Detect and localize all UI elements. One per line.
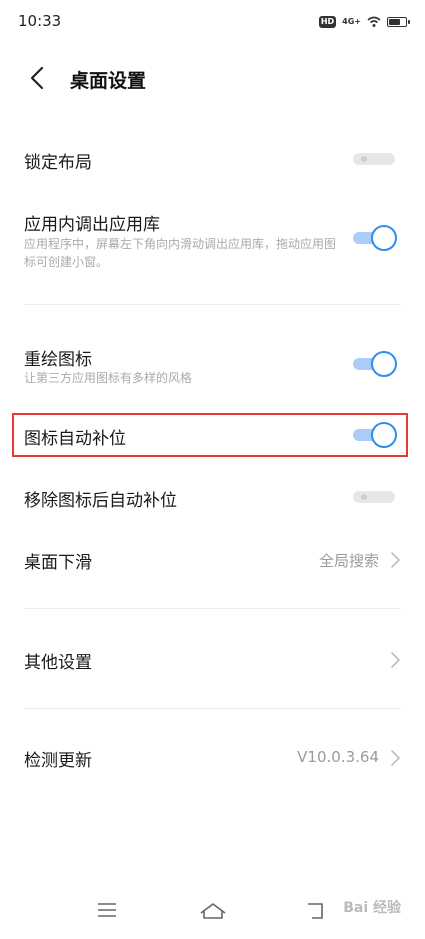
hd-icon: HD xyxy=(318,16,337,28)
setting-label: 锁定布局 xyxy=(24,153,92,173)
divider xyxy=(24,304,401,305)
home-icon[interactable] xyxy=(195,895,231,925)
wifi-icon xyxy=(367,16,381,27)
setting-description: 应用程序中，屏幕左下角向内滑动调出应用库，拖动应用图标可创建小窗。 xyxy=(24,237,337,269)
lock-layout-toggle[interactable] xyxy=(351,146,397,172)
menu-icon[interactable] xyxy=(89,895,125,925)
page-header: 桌面设置 xyxy=(0,54,425,102)
setting-description: 让第三方应用图标有多样的风格 xyxy=(24,371,193,385)
navigation-bar: Bai 经验 xyxy=(0,885,425,939)
setting-lock-layout[interactable]: 锁定布局 xyxy=(0,140,425,180)
auto-fill-after-remove-toggle[interactable] xyxy=(351,484,397,510)
setting-check-update[interactable]: 检测更新 V10.0.3.64 xyxy=(0,740,425,776)
chevron-right-icon xyxy=(391,652,400,668)
setting-other[interactable]: 其他设置 xyxy=(0,642,425,678)
setting-value: 全局搜索 xyxy=(318,552,379,570)
setting-app-library[interactable]: 应用内调出应用库 应用程序中，屏幕左下角向内滑动调出应用库，拖动应用图标可创建小… xyxy=(0,205,425,285)
status-icons: HD 4G+ xyxy=(318,14,410,30)
setting-label: 桌面下滑 xyxy=(24,553,92,573)
redraw-icons-toggle[interactable] xyxy=(351,351,397,377)
setting-desktop-swipe[interactable]: 桌面下滑 全局搜索 xyxy=(0,542,425,578)
status-time: 10:33 xyxy=(18,12,62,30)
setting-label: 其他设置 xyxy=(24,653,92,673)
divider xyxy=(24,608,401,609)
status-bar: 10:33 HD 4G+ xyxy=(0,0,425,44)
watermark: Bai 经验 xyxy=(343,900,401,916)
setting-auto-fill-after-remove[interactable]: 移除图标后自动补位 xyxy=(0,480,425,516)
chevron-right-icon xyxy=(391,552,400,568)
back-arrow-icon[interactable] xyxy=(24,62,54,94)
page-title: 桌面设置 xyxy=(70,70,147,92)
app-library-toggle[interactable] xyxy=(351,225,397,251)
setting-label: 移除图标后自动补位 xyxy=(24,491,177,511)
battery-icon xyxy=(387,17,410,27)
setting-value: V10.0.3.64 xyxy=(297,748,379,766)
setting-label: 重绘图标 xyxy=(24,350,92,370)
setting-label: 检测更新 xyxy=(24,751,92,771)
divider xyxy=(24,708,401,709)
back-icon[interactable] xyxy=(298,895,334,925)
setting-redraw-icons[interactable]: 重绘图标 让第三方应用图标有多样的风格 xyxy=(0,340,425,396)
highlight-box xyxy=(12,413,408,457)
setting-label: 应用内调出应用库 xyxy=(24,215,160,235)
chevron-right-icon xyxy=(391,750,400,766)
signal-icon: 4G+ xyxy=(342,17,361,26)
